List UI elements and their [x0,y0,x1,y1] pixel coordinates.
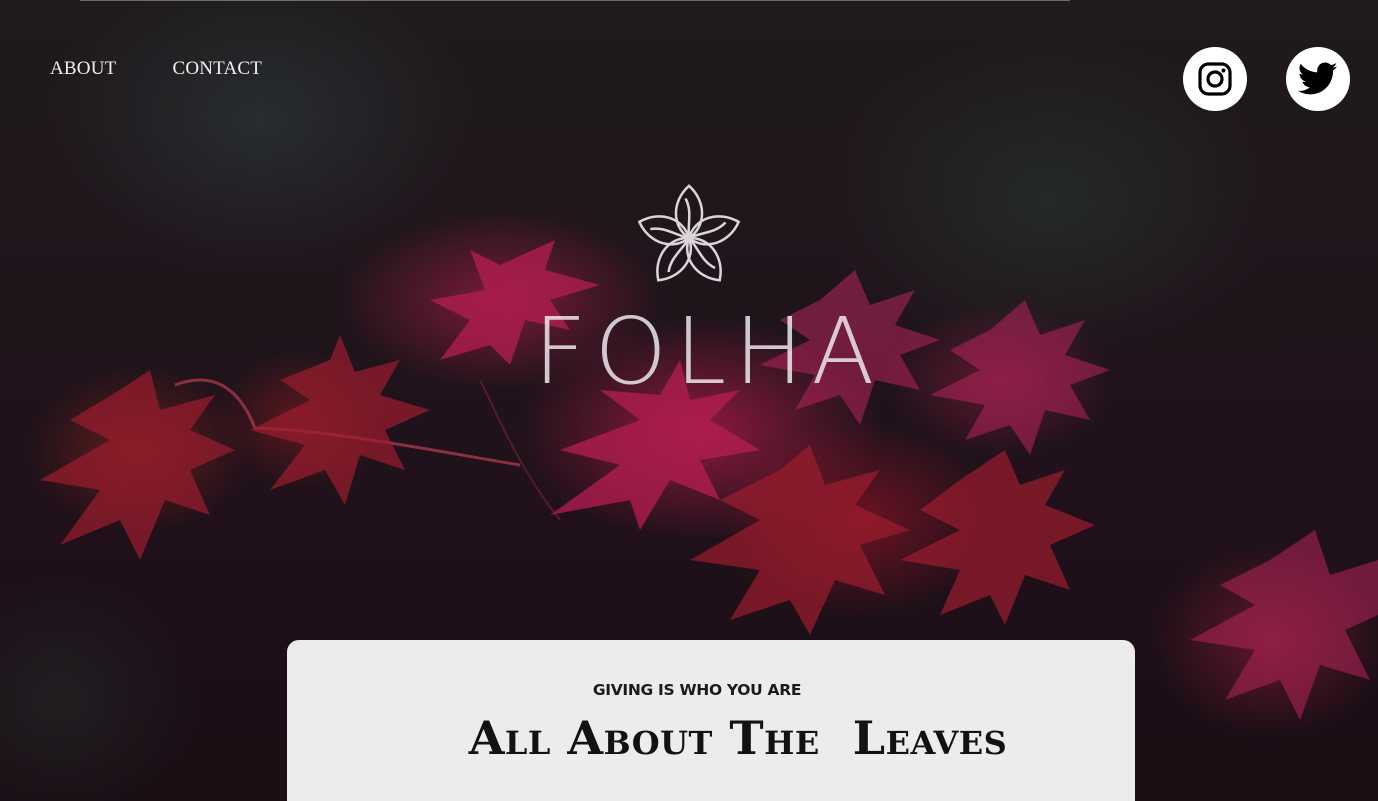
feature-card: GIVING IS WHO YOU ARE All About The Leav… [287,640,1135,801]
card-eyebrow: GIVING IS WHO YOU ARE [592,681,802,699]
main-nav: ABOUT CONTACT [50,58,262,80]
nav-contact-link[interactable]: CONTACT [172,58,262,80]
twitter-icon [1298,62,1338,95]
instagram-button[interactable] [1183,47,1247,111]
card-title: All About The Leaves [468,711,1008,765]
brand-name: FOLHA [533,298,883,405]
social-links [1183,47,1350,111]
instagram-icon [1198,62,1232,96]
flower-icon [637,184,741,282]
top-divider [80,0,1070,1]
brand-block: FOLHA [0,180,1378,398]
nav-about-link[interactable]: ABOUT [50,58,116,80]
twitter-button[interactable] [1286,47,1350,111]
